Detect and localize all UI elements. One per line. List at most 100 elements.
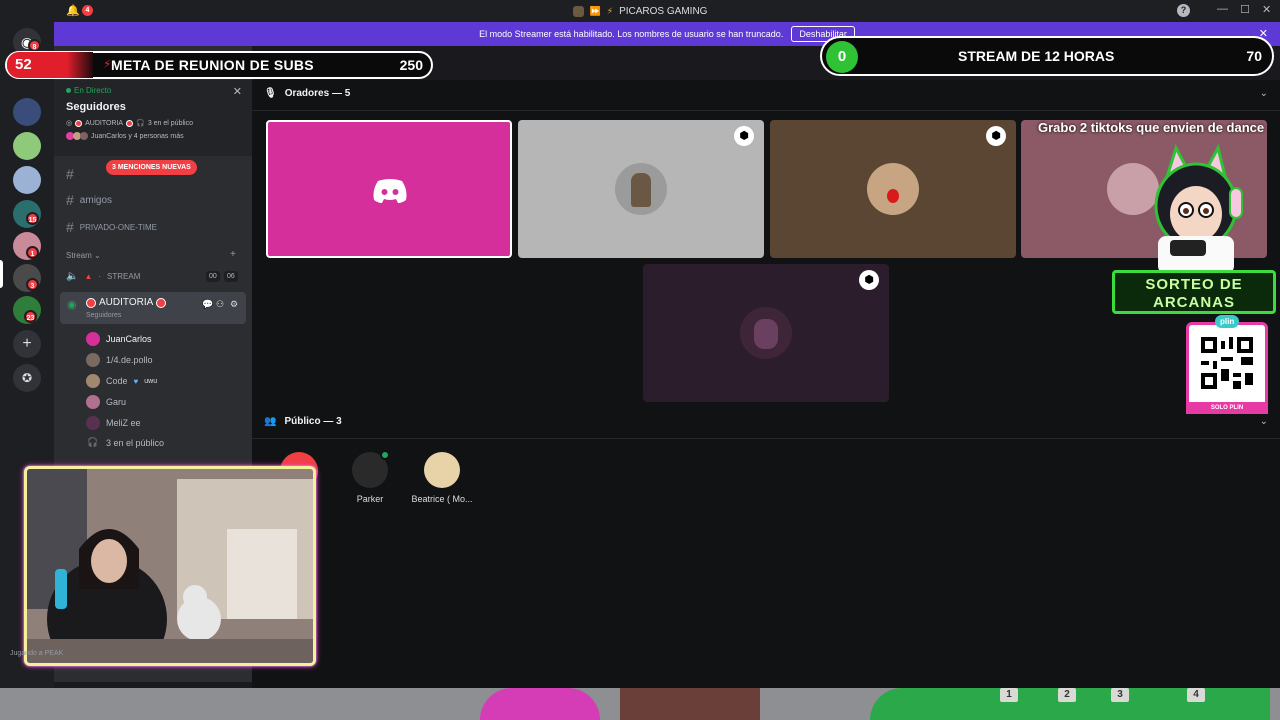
- channel-label: amigos: [79, 194, 113, 206]
- moderator-shield-icon: ⬢: [986, 126, 1006, 146]
- help-icon[interactable]: ?: [1177, 4, 1190, 17]
- minimize-button[interactable]: —: [1217, 3, 1228, 15]
- server-badge: 15: [26, 212, 39, 225]
- webcam-overlay: [24, 466, 316, 666]
- speaker-tile[interactable]: ⬢: [643, 264, 889, 402]
- add-channel-icon[interactable]: +: [230, 249, 236, 260]
- member-name: JuanCarlos: [106, 334, 152, 344]
- gear-icon[interactable]: ⚙: [230, 299, 238, 310]
- window-titlebar: 🔔 4 ⏩ ⚡ PICAROS GAMING ? — ☐ ✕: [0, 0, 1280, 22]
- explore-compass-icon[interactable]: ✪: [13, 364, 41, 392]
- hours-goal-target: 70: [1246, 48, 1262, 64]
- member-name: Garu: [106, 397, 127, 407]
- audience-count: 3 en el público: [106, 437, 165, 448]
- chevron-down-icon: ⌄: [94, 251, 101, 260]
- new-mentions-badge[interactable]: 3 MENCIONES NUEVAS: [106, 160, 197, 175]
- subs-goal-label: META DE REUNION DE SUBS: [111, 57, 314, 73]
- hash-icon: #: [66, 166, 74, 182]
- server-icon[interactable]: [13, 166, 41, 194]
- audience-name: Parker: [356, 494, 384, 504]
- blue-heart-icon: ♥: [133, 376, 139, 386]
- chevron-down-icon[interactable]: ⌄: [1260, 88, 1268, 99]
- category-stream[interactable]: Stream ⌄: [66, 251, 101, 260]
- siren-icon: ▲: [84, 272, 93, 281]
- subs-goal-bar: 52 ⚡ META DE REUNION DE SUBS 250: [5, 51, 433, 79]
- microphone-icon: 🎙: [264, 88, 277, 99]
- member-item[interactable]: 1/4.de.pollo: [86, 353, 153, 367]
- avatar: [86, 374, 100, 388]
- divider: [252, 438, 1280, 439]
- timer-minutes: 00: [206, 271, 220, 282]
- titlebar-server-name: PICAROS GAMING: [619, 5, 708, 17]
- hours-goal-label: STREAM DE 12 HORAS: [958, 48, 1115, 64]
- invite-icon[interactable]: ⚇: [216, 299, 224, 310]
- channel-privado[interactable]: # PRIVADO-ONE-TIME: [66, 219, 157, 235]
- hash-icon: #: [66, 219, 74, 235]
- hash-icon: #: [66, 192, 74, 208]
- hotbar-key: 2: [1058, 688, 1076, 702]
- discord-logo-icon: [373, 179, 407, 203]
- stage-channel-label: AUDITORIA: [99, 297, 154, 308]
- live-label: En Directo: [74, 86, 112, 95]
- moderator-shield-icon: ⬢: [734, 126, 754, 146]
- app-root: 🔔 4 ⏩ ⚡ PICAROS GAMING ? — ☐ ✕ El modo S…: [0, 0, 1280, 720]
- channel-amigos[interactable]: # amigos: [66, 192, 112, 208]
- qr-code-icon: [1201, 337, 1253, 389]
- hotbar-key: 4: [1187, 688, 1205, 702]
- stage-host: AUDITORIA: [85, 119, 124, 127]
- channel-label: STREAM: [107, 272, 141, 281]
- stage-title: Seguidores: [66, 101, 126, 113]
- stage-audience-row[interactable]: 🎧 3 en el público: [86, 437, 164, 448]
- stage-channel-auditoria[interactable]: ◉ AUDITORIA Seguidores 💬 ⚇ ⚙: [60, 292, 246, 324]
- channel-hidden[interactable]: #: [66, 166, 74, 182]
- user-activity-status: Jugando a PEAK: [10, 650, 64, 657]
- speaker-avatar: [740, 307, 792, 359]
- speaker-avatar: [615, 163, 667, 215]
- avatar: [86, 332, 100, 346]
- audience-member[interactable]: Parker: [330, 450, 410, 504]
- channel-stream[interactable]: 🔈 ▲ · STREAM: [66, 271, 140, 282]
- avatar-figure: [631, 173, 651, 207]
- channel-label: PRIVADO-ONE-TIME: [79, 222, 157, 232]
- add-server-icon[interactable]: +: [13, 330, 41, 358]
- avatar-figure: [887, 189, 899, 203]
- stage-audience: 3 en el público: [147, 119, 193, 127]
- subs-goal-target: 250: [399, 57, 423, 73]
- close-window-button[interactable]: ✕: [1262, 3, 1271, 16]
- audience-header: 👥 Público — 3: [264, 416, 342, 427]
- server-icon[interactable]: [13, 98, 41, 126]
- server-badge: 1: [26, 246, 39, 259]
- solo-plin-label: SOLO PLIN: [1186, 402, 1268, 414]
- stage-icon: ◉: [67, 299, 77, 311]
- inbox-bell-icon[interactable]: 🔔: [66, 4, 80, 17]
- stage-live-card[interactable]: En Directo Seguidores ◎ AUDITORIA 🎧 3 en…: [54, 80, 252, 156]
- game-shape: [620, 688, 760, 720]
- plin-qr-card: plin SOLO PLIN: [1186, 315, 1268, 414]
- avatar: [86, 395, 100, 409]
- red-circle-icon: [86, 297, 96, 308]
- member-item[interactable]: Garu: [86, 395, 126, 409]
- giveaway-banner: SORTEO DE ARCANAS: [1112, 270, 1276, 314]
- chat-icon[interactable]: 💬: [202, 299, 213, 310]
- red-circle-icon: [126, 119, 134, 127]
- divider: [252, 110, 1280, 111]
- plin-badge: plin: [1215, 315, 1240, 328]
- hours-count: 0: [826, 41, 858, 73]
- audience-member[interactable]: Beatrice ( Mo...: [402, 452, 482, 504]
- speaker-tile[interactable]: [266, 120, 512, 258]
- chevron-down-icon[interactable]: ⌄: [1260, 416, 1268, 427]
- headphones-icon: 🎧: [136, 120, 145, 127]
- member-item[interactable]: MeliZ ee: [86, 416, 141, 430]
- close-icon[interactable]: ✕: [233, 85, 242, 98]
- speakers-label: Oradores — 5: [284, 88, 351, 99]
- selected-server-pill: [0, 260, 3, 288]
- speaker-tile[interactable]: ⬢: [770, 120, 1016, 258]
- maximize-button[interactable]: ☐: [1240, 3, 1250, 16]
- speaker-avatar: [867, 163, 919, 215]
- hotbar-key: 3: [1111, 688, 1129, 702]
- server-icon[interactable]: [13, 132, 41, 160]
- moderator-shield-icon: ⬢: [859, 270, 879, 290]
- member-item[interactable]: JuanCarlos: [86, 332, 152, 346]
- speaker-tile[interactable]: ⬢: [518, 120, 764, 258]
- member-item[interactable]: Code ♥ uwu: [86, 374, 157, 388]
